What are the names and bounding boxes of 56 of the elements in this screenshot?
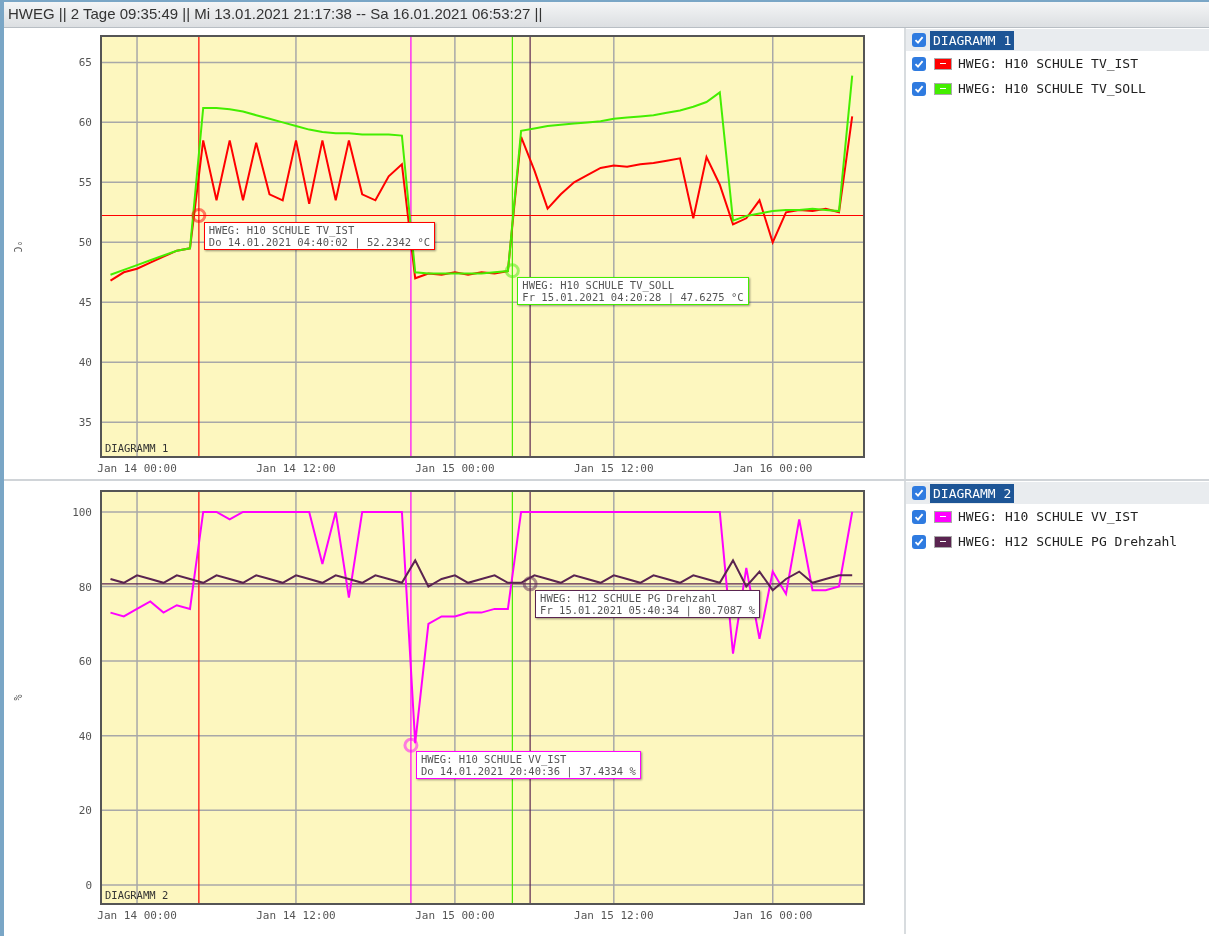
series-name: HWEG: H12 SCHULE PG Drehzahl (958, 532, 1178, 551)
y-tick-label: 80 (78, 580, 92, 594)
tooltip-text: Do 14.01.2021 20:40:36 | 37.4334 % (420, 765, 636, 778)
x-tick-label: Jan 14 00:00 (97, 909, 177, 922)
x-tick-label: Jan 15 12:00 (574, 909, 654, 922)
point-marker (403, 737, 419, 753)
tooltip-text: Do 14.01.2021 04:40:02 | 52.2342 °C (208, 235, 431, 248)
x-tick-label: Jan 14 12:00 (256, 909, 336, 922)
y-tick-label: 0 (85, 878, 92, 892)
plot-label: DIAGRAMM 2 (105, 889, 169, 901)
checkbox[interactable] (912, 534, 926, 549)
y-axis-label: % (12, 694, 23, 701)
x-tick-label: Jan 16 00:00 (733, 909, 813, 922)
tooltip-text: HWEG: H10 SCHULE VV_IST (420, 753, 568, 766)
diagram-title[interactable]: DIAGRAMM 1 (930, 30, 1015, 50)
y-tick-label: 55 (78, 176, 92, 190)
y-axis-label: °C (12, 240, 23, 253)
checkbox[interactable] (912, 33, 926, 47)
diagram-title[interactable]: DIAGRAMM 2 (930, 483, 1015, 503)
x-tick-label: Jan 16 00:00 (733, 462, 813, 475)
checkbox[interactable] (912, 56, 926, 71)
y-tick-label: 65 (78, 56, 92, 70)
y-tick-label: 50 (78, 236, 92, 250)
window-title: HWEG || 2 Tage 09:35:49 || Mi 13.01.2021 21:17:38 -- Sa 16.01.2021 06:53:27 || (8, 4, 543, 25)
y-tick-label: 20 (78, 804, 92, 818)
point-marker (504, 263, 520, 279)
x-tick-label: Jan 14 12:00 (256, 462, 336, 475)
y-tick-label: 35 (78, 416, 92, 430)
x-tick-label: Jan 15 12:00 (574, 462, 654, 475)
point-marker (522, 576, 538, 592)
color-swatch[interactable] (934, 82, 952, 95)
x-tick-label: Jan 14 00:00 (97, 462, 177, 475)
checkbox[interactable] (912, 509, 926, 524)
y-tick-label: 100 (72, 505, 92, 519)
plot-label: DIAGRAMM 1 (105, 442, 169, 454)
series-name: HWEG: H10 SCHULE TV_IST (958, 54, 1138, 73)
tooltip-text: Fr 15.01.2021 05:40:34 | 80.7087 % (540, 603, 756, 616)
series-name: HWEG: H10 SCHULE VV_IST (958, 507, 1138, 526)
y-tick-label: 45 (78, 296, 92, 310)
y-tick-label: 40 (78, 729, 92, 743)
checkbox[interactable] (912, 81, 926, 96)
x-tick-label: Jan 15 00:00 (415, 462, 495, 475)
series-name: HWEG: H10 SCHULE TV_SOLL (958, 79, 1146, 98)
color-swatch[interactable] (934, 510, 952, 523)
tooltip-text: HWEG: H12 SCHULE PG Drehzahl (540, 591, 719, 604)
y-tick-label: 60 (78, 116, 92, 130)
y-tick-label: 60 (78, 655, 92, 669)
y-tick-label: 40 (78, 356, 92, 370)
tooltip-text: HWEG: H10 SCHULE TV_SOLL (522, 278, 676, 291)
color-swatch[interactable] (934, 535, 952, 548)
checkbox[interactable] (912, 486, 926, 500)
point-marker (191, 208, 207, 223)
tooltip-text: HWEG: H10 SCHULE TV_IST (208, 223, 356, 236)
tooltip-text: Fr 15.01.2021 04:20:28 | 47.6275 °C (522, 290, 744, 303)
color-swatch[interactable] (934, 57, 952, 70)
x-tick-label: Jan 15 00:00 (415, 909, 495, 922)
